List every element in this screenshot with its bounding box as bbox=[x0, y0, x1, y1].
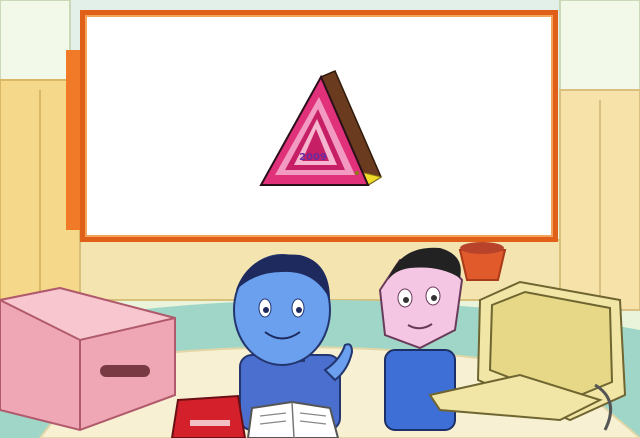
cheese-triangle-block[interactable]: 2009 bbox=[259, 70, 383, 187]
open-notebook bbox=[246, 400, 340, 438]
panel-art: 2009 bbox=[259, 70, 383, 187]
display-panel: 2009 bbox=[80, 10, 558, 242]
block-label: 2009 bbox=[299, 152, 327, 163]
red-book bbox=[170, 394, 247, 438]
